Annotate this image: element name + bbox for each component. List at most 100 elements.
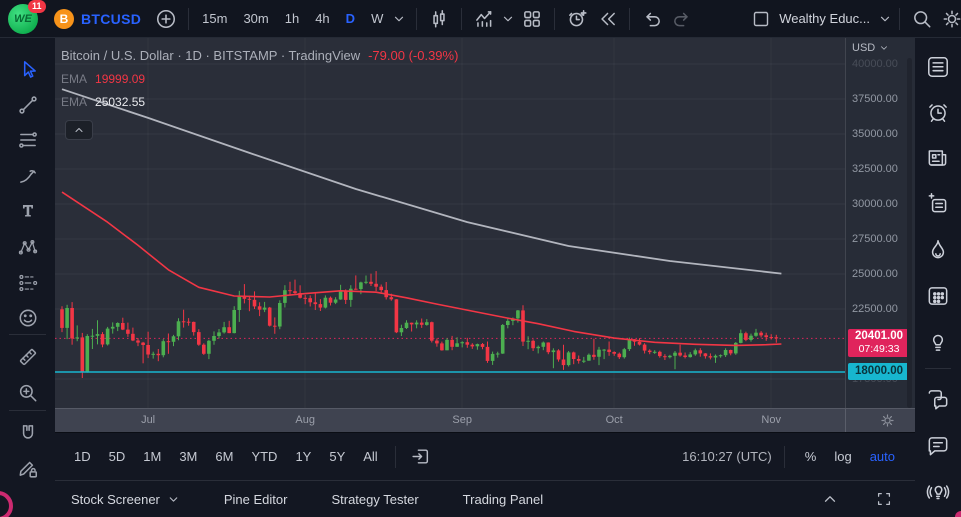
range-button-ytd[interactable]: YTD (244, 445, 284, 468)
settings-button[interactable] (937, 4, 961, 34)
saved-layout-button[interactable]: Wealthy Educ... (751, 9, 892, 29)
scale-button-percent[interactable]: % (797, 445, 825, 468)
public-chat-button[interactable] (924, 432, 952, 460)
time-axis[interactable]: Jul Aug Sep Oct Nov (55, 408, 915, 434)
lock-drawings-button[interactable] (13, 453, 43, 483)
symbol-button[interactable]: B BTCUSD (54, 8, 142, 29)
svg-text:T: T (23, 203, 33, 220)
chevron-up-icon (75, 127, 83, 133)
timeframe-button-4h[interactable]: 4h (309, 7, 335, 30)
range-button-5y[interactable]: 5Y (322, 445, 352, 468)
indicators-button[interactable] (469, 4, 499, 34)
panel-tab-label: Strategy Tester (331, 491, 419, 507)
indicator-templates-button[interactable] (499, 4, 517, 34)
panel-expand-button[interactable] (815, 484, 845, 514)
range-button-3m[interactable]: 3M (172, 445, 204, 468)
fib-retracement-tool-button[interactable] (13, 125, 43, 155)
forecast-tool-button[interactable] (13, 268, 43, 298)
currency-label: USD (852, 42, 876, 54)
ideas-button[interactable] (924, 328, 952, 356)
scrollbar-thumb[interactable] (907, 58, 912, 408)
magnet-mode-button[interactable] (13, 418, 43, 448)
timeframe-button-w[interactable]: W (365, 7, 389, 30)
range-button-1y[interactable]: 1Y (288, 445, 318, 468)
range-button-1m[interactable]: 1M (136, 445, 168, 468)
timeframe-menu-button[interactable] (389, 4, 409, 34)
scale-button-log[interactable]: log (826, 445, 859, 468)
chats-button[interactable] (924, 385, 952, 413)
range-button-1d[interactable]: 1D (67, 445, 98, 468)
clock[interactable]: 16:10:27 (UTC) (682, 449, 772, 464)
currency-selector[interactable]: USD (852, 42, 889, 54)
news-button[interactable] (924, 144, 952, 172)
text-icon: T (23, 202, 34, 220)
calendar-button[interactable] (924, 282, 952, 310)
panel-tab-strategy-tester[interactable]: Strategy Tester (331, 492, 418, 507)
alerts-button[interactable] (924, 98, 952, 126)
hotlists-button[interactable] (924, 236, 952, 264)
panel-tab-pine-editor[interactable]: Pine Editor (224, 492, 288, 507)
text-tool-button[interactable]: T (13, 196, 43, 226)
watermark-dot (955, 511, 961, 517)
price-level-badge: 18000.00 (848, 363, 910, 380)
redo-icon (674, 12, 689, 26)
panel-tab-stock-screener[interactable]: Stock Screener (71, 492, 180, 507)
price-tick: 35000.00 (852, 128, 898, 140)
indicator-row[interactable]: EMA 19999.09 (61, 72, 458, 86)
chart-title-row[interactable]: Bitcoin / U.S. Dollar · 1D · BITSTAMP · … (61, 48, 458, 63)
lightbulb-icon (932, 334, 944, 351)
panel-tab-trading-panel[interactable]: Trading Panel (463, 492, 543, 507)
chevron-down-icon (395, 16, 404, 21)
timeframe-button-15m[interactable]: 15m (196, 7, 233, 30)
range-button-5d[interactable]: 5D (102, 445, 133, 468)
layout-grid-button[interactable] (517, 4, 547, 34)
forecast-icon (19, 274, 38, 292)
scrollbar (906, 50, 913, 432)
range-button-all[interactable]: All (356, 445, 384, 468)
zoom-in-tool-button[interactable] (13, 378, 43, 408)
gear-icon (943, 10, 961, 27)
streams-button[interactable] (924, 478, 952, 506)
undo-icon (646, 12, 661, 26)
symbol-name: BTCUSD (81, 10, 142, 27)
symbol-compare-add-button[interactable] (151, 4, 181, 34)
timeframe-button-1h[interactable]: 1h (279, 7, 305, 30)
create-alert-button[interactable] (562, 4, 592, 34)
notification-badge: 11 (28, 0, 46, 13)
watchlist-icon (928, 57, 948, 77)
undo-button[interactable] (637, 4, 667, 34)
layout-square-icon (753, 11, 769, 26)
chat-bubbles-icon (928, 390, 948, 410)
time-axis-settings-button[interactable] (879, 412, 896, 434)
watchlist-button[interactable] (924, 53, 952, 81)
search-button[interactable] (907, 4, 937, 34)
scale-button-auto[interactable]: auto (862, 445, 903, 468)
cursor-tool-button[interactable] (13, 54, 43, 84)
bottom-panel: Stock Screener Pine Editor Strategy Tester… (55, 480, 915, 517)
go-to-date-button[interactable] (406, 442, 436, 472)
redo-button[interactable] (667, 4, 697, 34)
bar-replay-button[interactable] (592, 4, 622, 34)
fullscreen-button[interactable] (869, 484, 899, 514)
trend-line-tool-button[interactable] (13, 90, 43, 120)
chart-style-button[interactable] (424, 4, 454, 34)
chevron-down-icon (880, 16, 890, 21)
price-axis[interactable]: USD 37500.00 35000.00 32500.00 30000.00 2750… (845, 38, 915, 408)
measure-tool-button[interactable] (13, 342, 43, 372)
pattern-tool-button[interactable] (13, 232, 43, 262)
brush-tool-button[interactable] (13, 160, 43, 190)
chevron-down-icon (504, 16, 513, 21)
emoji-tool-button[interactable] (13, 303, 43, 333)
btc-icon: B (54, 8, 74, 29)
chart-region: Bitcoin / U.S. Dollar · 1D · BITSTAMP · … (55, 38, 915, 517)
timeframe-button-d[interactable]: D (340, 7, 361, 30)
toolbar-separator (461, 7, 463, 30)
range-button-6m[interactable]: 6M (208, 445, 240, 468)
legend-collapse-button[interactable] (65, 120, 93, 140)
app-logo[interactable]: WE 11 (8, 0, 46, 34)
toolbar-divider (9, 410, 46, 411)
notes-button[interactable] (924, 190, 952, 218)
indicator-row[interactable]: EMA 25032.55 (61, 95, 458, 109)
fib-retracement-icon (19, 132, 37, 148)
timeframe-button-30m[interactable]: 30m (237, 7, 274, 30)
